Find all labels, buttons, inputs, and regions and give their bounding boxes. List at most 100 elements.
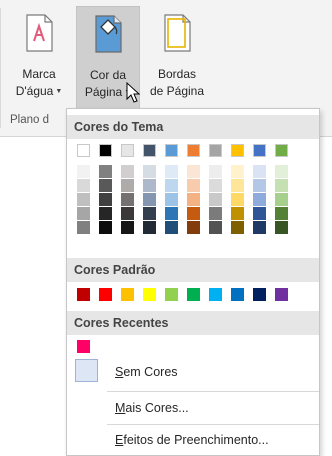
- theme-shade-swatch[interactable]: [143, 165, 156, 178]
- standard-color-swatch[interactable]: [253, 288, 266, 301]
- page-borders-icon: [164, 14, 191, 52]
- theme-color-swatch[interactable]: [143, 144, 156, 157]
- watermark-icon: [26, 14, 53, 52]
- theme-shade-swatch[interactable]: [209, 179, 222, 192]
- theme-color-swatch[interactable]: [187, 144, 200, 157]
- theme-color-swatch[interactable]: [165, 144, 178, 157]
- theme-shade-swatch[interactable]: [275, 193, 288, 206]
- theme-shade-swatch[interactable]: [209, 221, 222, 234]
- fill-effects-option[interactable]: Efeitos de Preenchimento...: [67, 427, 319, 453]
- standard-colors-header: Cores Padrão: [67, 258, 319, 282]
- theme-shade-swatch[interactable]: [165, 165, 178, 178]
- page-borders-button[interactable]: Bordas de Página: [142, 6, 212, 118]
- theme-shade-swatch[interactable]: [77, 165, 90, 178]
- theme-shade-swatch[interactable]: [187, 179, 200, 192]
- theme-shade-swatch[interactable]: [121, 193, 134, 206]
- theme-shade-swatch[interactable]: [275, 207, 288, 220]
- page-color-bucket-icon: [95, 15, 122, 53]
- theme-color-swatch[interactable]: [209, 144, 222, 157]
- standard-color-swatch[interactable]: [143, 288, 156, 301]
- page-color-label-line1: Cor da: [89, 68, 127, 82]
- theme-shade-swatch[interactable]: [253, 165, 266, 178]
- page-color-dropdown: Cores do Tema Cores Padrão Cores Recente…: [66, 108, 320, 456]
- theme-shade-swatch[interactable]: [275, 221, 288, 234]
- theme-color-swatch[interactable]: [231, 144, 244, 157]
- theme-shade-swatch[interactable]: [253, 221, 266, 234]
- theme-shade-swatch[interactable]: [187, 221, 200, 234]
- watermark-button[interactable]: Marca D'água ▼: [4, 6, 74, 118]
- theme-color-swatch[interactable]: [121, 144, 134, 157]
- theme-shade-swatch[interactable]: [121, 179, 134, 192]
- recent-color-swatch[interactable]: [77, 340, 90, 353]
- theme-shade-swatch[interactable]: [77, 221, 90, 234]
- menu-separator: [107, 391, 319, 392]
- standard-color-swatch[interactable]: [165, 288, 178, 301]
- theme-shade-swatch[interactable]: [121, 207, 134, 220]
- page-borders-label-line2: de Página: [149, 84, 205, 98]
- theme-shade-swatch[interactable]: [77, 179, 90, 192]
- theme-shade-swatch[interactable]: [143, 207, 156, 220]
- standard-color-swatch[interactable]: [275, 288, 288, 301]
- no-color-option[interactable]: Sem Cores: [67, 359, 319, 385]
- theme-color-swatch[interactable]: [77, 144, 90, 157]
- theme-shade-swatch[interactable]: [187, 193, 200, 206]
- theme-shade-column: [253, 165, 266, 235]
- theme-shade-swatch[interactable]: [143, 179, 156, 192]
- theme-shade-swatch[interactable]: [231, 221, 244, 234]
- standard-color-swatch[interactable]: [99, 288, 112, 301]
- theme-color-swatch[interactable]: [275, 144, 288, 157]
- theme-shade-swatch[interactable]: [253, 179, 266, 192]
- theme-shade-column: [275, 165, 288, 235]
- standard-color-swatch[interactable]: [187, 288, 200, 301]
- standard-color-swatch[interactable]: [231, 288, 244, 301]
- fill-effects-label: Efeitos de Preenchimento...: [115, 433, 269, 447]
- theme-shade-swatch[interactable]: [77, 193, 90, 206]
- theme-shade-swatch[interactable]: [99, 193, 112, 206]
- theme-shade-swatch[interactable]: [231, 193, 244, 206]
- theme-colors-header: Cores do Tema: [67, 115, 319, 139]
- theme-shade-swatch[interactable]: [275, 165, 288, 178]
- theme-shade-swatch[interactable]: [121, 165, 134, 178]
- theme-shade-swatch[interactable]: [165, 221, 178, 234]
- theme-shade-column: [165, 165, 178, 235]
- menu-separator: [107, 424, 319, 425]
- theme-shade-swatch[interactable]: [165, 193, 178, 206]
- theme-shade-swatch[interactable]: [99, 221, 112, 234]
- mouse-cursor-icon: [126, 82, 141, 103]
- standard-color-swatch[interactable]: [209, 288, 222, 301]
- theme-shade-swatch[interactable]: [275, 179, 288, 192]
- theme-shade-swatch[interactable]: [143, 193, 156, 206]
- theme-shade-swatch[interactable]: [99, 207, 112, 220]
- theme-shade-swatch[interactable]: [231, 179, 244, 192]
- theme-color-swatch[interactable]: [99, 144, 112, 157]
- theme-shade-swatch[interactable]: [209, 193, 222, 206]
- theme-shade-swatch[interactable]: [165, 207, 178, 220]
- theme-shade-swatch[interactable]: [99, 179, 112, 192]
- theme-shade-swatch[interactable]: [77, 207, 90, 220]
- standard-color-swatch[interactable]: [77, 288, 90, 301]
- theme-shade-swatch[interactable]: [99, 165, 112, 178]
- theme-shade-swatch[interactable]: [231, 165, 244, 178]
- recent-colors-header: Cores Recentes: [67, 311, 319, 335]
- no-color-swatch: [75, 359, 98, 382]
- theme-shade-swatch[interactable]: [165, 179, 178, 192]
- theme-shade-swatch[interactable]: [209, 165, 222, 178]
- theme-shade-swatch[interactable]: [187, 207, 200, 220]
- standard-color-swatch[interactable]: [121, 288, 134, 301]
- theme-shade-swatch[interactable]: [143, 221, 156, 234]
- theme-shade-column: [187, 165, 200, 235]
- ribbon-group-label: Plano d: [10, 114, 50, 126]
- theme-shade-swatch[interactable]: [231, 207, 244, 220]
- more-colors-option[interactable]: Mais Cores...: [67, 395, 319, 421]
- theme-shade-swatch[interactable]: [121, 221, 134, 234]
- theme-shade-column: [143, 165, 156, 235]
- page-color-label-line2: Página▼: [85, 84, 131, 101]
- theme-shade-swatch[interactable]: [209, 207, 222, 220]
- no-color-label: Sem Cores: [115, 365, 178, 379]
- theme-shade-swatch[interactable]: [253, 193, 266, 206]
- theme-shade-column: [231, 165, 244, 235]
- theme-shade-swatch[interactable]: [187, 165, 200, 178]
- theme-color-swatch[interactable]: [253, 144, 266, 157]
- theme-shade-column: [99, 165, 112, 235]
- theme-shade-swatch[interactable]: [253, 207, 266, 220]
